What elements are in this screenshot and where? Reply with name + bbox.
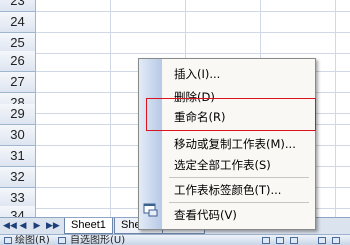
row-header-34[interactable]: 34 — [0, 206, 36, 217]
next-sheet-icon[interactable]: ▶ — [32, 221, 42, 232]
view-code-icon — [143, 203, 158, 217]
select-icon[interactable] — [58, 237, 66, 244]
first-sheet-icon[interactable]: ◀◀ — [3, 221, 17, 232]
draw-menu[interactable]: 绘图(R) — [15, 235, 50, 245]
row-header-24[interactable]: 24 — [0, 12, 36, 33]
highlight-box — [146, 98, 316, 131]
drawing-toolbar: 绘图(R) 自选图形(U) — [0, 234, 350, 245]
menu-item-tab-color[interactable]: 工作表标签颜色(T)... — [164, 180, 314, 200]
grid-row[interactable]: 23 — [0, 0, 350, 12]
row-header-23[interactable]: 23 — [0, 0, 36, 12]
menu-item-insert[interactable]: 插入(I)... — [164, 64, 314, 84]
shape-icon[interactable] — [290, 237, 298, 244]
prev-sheet-icon[interactable]: ◀ — [18, 221, 28, 232]
menu-item-move-copy[interactable]: 移动或复制工作表(M)... — [164, 134, 314, 154]
menu-separator — [169, 177, 309, 178]
row-header-30[interactable]: 30 — [0, 125, 36, 146]
row-header-32[interactable]: 32 — [0, 167, 36, 188]
shape-icon[interactable] — [262, 237, 270, 244]
shape-icon[interactable] — [332, 237, 340, 244]
menu-separator — [169, 202, 309, 203]
menu-item-view-code[interactable]: 查看代码(V) — [164, 205, 314, 225]
grid-row[interactable]: 24 — [0, 12, 350, 33]
sheet-tab-1[interactable]: Sheet1 — [64, 218, 113, 234]
autoshapes-menu[interactable]: 自选图形(U) — [70, 235, 125, 245]
draw-icon[interactable] — [4, 237, 12, 244]
sheet-tab-context-menu: 插入(I)... 删除(D) 重命名(R) 移动或复制工作表(M)... 选定全… — [138, 58, 316, 230]
shape-icon[interactable] — [318, 237, 326, 244]
row-header-26[interactable]: 26 — [0, 51, 36, 72]
last-sheet-icon[interactable]: ▶▶ — [46, 221, 60, 232]
menu-item-select-all[interactable]: 选定全部工作表(S) — [164, 155, 314, 175]
row-header-29[interactable]: 29 — [0, 104, 36, 125]
row-header-27[interactable]: 27 — [0, 72, 36, 93]
shape-icon[interactable] — [276, 237, 284, 244]
row-header-31[interactable]: 31 — [0, 146, 36, 167]
